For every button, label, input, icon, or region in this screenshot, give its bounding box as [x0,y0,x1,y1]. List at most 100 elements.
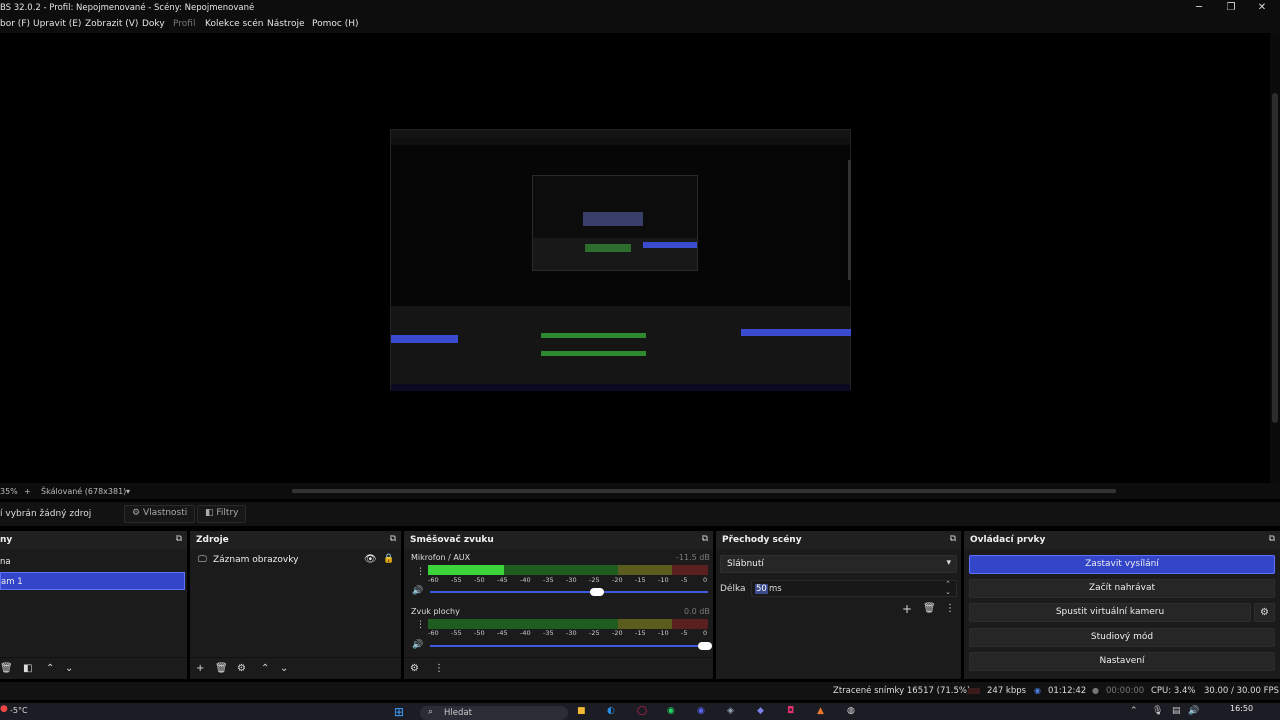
virtual-camera-settings-gear-icon[interactable]: ⚙ [1254,603,1275,622]
visibility-eye-icon[interactable]: 👁 [364,554,377,565]
steam-icon[interactable]: ◈ [727,706,734,716]
nested-stop-button [741,329,851,336]
close-button[interactable]: ✕ [1255,2,1269,14]
virtual-camera-button[interactable]: Spustit virtuální kameru [969,603,1251,622]
clock[interactable]: 16:50 [1230,704,1253,713]
edge-browser-icon[interactable]: ◐ [607,706,615,716]
move-up-icon[interactable]: ⌃ [261,663,269,674]
scale-dropdown-icon[interactable]: ▾ [126,487,130,496]
tick-label: -20 [612,629,623,637]
tick-label: -20 [612,576,623,584]
menu-help[interactable]: Pomoc (H) [312,19,359,29]
channel-db: 0.0 dB [684,607,710,616]
file-explorer-icon[interactable]: ■ [577,706,586,716]
remove-source-icon[interactable]: 🗑 [215,663,228,674]
obs-icon[interactable]: ◍ [847,706,855,716]
microphone-icon[interactable]: 🎙 [1152,706,1163,716]
menu-view[interactable]: Zobrazit (V) [85,19,138,29]
remove-transition-icon[interactable]: 🗑 [923,603,936,614]
preview-canvas[interactable] [390,129,851,391]
menu-docks[interactable]: Doky [142,19,165,29]
zoom-in-icon[interactable]: + [24,487,31,496]
source-properties-icon[interactable]: ⚙ [237,663,246,674]
undock-icon[interactable]: ⧉ [176,534,182,544]
teams-icon[interactable]: ◆ [757,706,764,716]
network-icon[interactable]: ▤ [1172,706,1181,716]
move-down-icon[interactable]: ⌄ [280,663,288,674]
monitor-icon: 🖵 [198,555,207,565]
bitrate: 247 kbps [987,686,1027,696]
move-up-icon[interactable]: ⌃ [46,663,54,674]
add-source-icon[interactable]: + [196,663,204,674]
scene-item-selected[interactable]: am 1 [0,572,185,590]
source-item[interactable]: 🖵 Záznam obrazovky 👁 🔒 [196,554,396,570]
nested-taskbar [391,384,850,391]
menu-profile[interactable]: Profil [173,19,195,29]
meter-red-zone [671,619,708,629]
channel-menu-icon[interactable]: ⋮ [416,567,425,577]
volume-slider[interactable] [430,645,708,647]
studio-mode-button[interactable]: Studiový mód [969,628,1275,647]
filters-button[interactable]: ◧ Filtry [197,505,247,523]
preview-horizontal-scrollbar[interactable] [0,483,1280,499]
menu-tools[interactable]: Nástroje [267,19,305,29]
duration-label: Délka [720,584,746,594]
duration-stepper[interactable]: 50 ms ⌃ ⌄ [751,580,957,597]
volume-handle[interactable] [589,588,604,596]
app-icon[interactable]: ▲ [817,706,824,716]
fps: 30.00 / 30.00 FPS [1204,686,1280,696]
lock-icon[interactable]: 🔒 [383,554,394,564]
discord-icon[interactable]: ◉ [697,706,705,716]
chevron-down-icon[interactable]: ⌄ [945,588,951,596]
tray-chevron-up-icon[interactable]: ⌃ [1130,706,1138,716]
whatsapp-icon[interactable]: ◉ [667,706,675,716]
undock-icon[interactable]: ⧉ [390,534,396,544]
menu-edit[interactable]: Upravit (E) [33,19,81,29]
menu-scene-collection[interactable]: Kolekce scén [205,19,263,29]
mixer-menu-icon[interactable]: ⋮ [434,663,444,674]
undock-icon[interactable]: ⧉ [1269,534,1275,544]
scene-filters-icon[interactable]: ◧ [23,663,32,674]
undock-icon[interactable]: ⧉ [702,534,708,544]
tick-label: -25 [589,576,600,584]
speaker-icon[interactable]: 🔊 [412,586,423,596]
start-recording-button[interactable]: Začít nahrávat [969,579,1275,598]
add-transition-icon[interactable]: + [902,602,912,616]
volume-icon[interactable]: 🔊 [1188,706,1199,716]
meter-ticks: -60 -55 -50 -45 -40 -35 -30 -25 -20 -15 … [428,629,710,637]
scrollbar-thumb[interactable] [292,489,1116,493]
transition-menu-icon[interactable]: ⋮ [945,603,955,614]
scrollbar-thumb[interactable] [1272,93,1278,423]
menu-file[interactable]: bor (F) [0,19,30,29]
channel-menu-icon[interactable]: ⋮ [416,620,425,630]
chevron-up-icon[interactable]: ⌃ [945,580,951,588]
speaker-icon[interactable]: 🔊 [412,640,423,650]
scene-item[interactable]: na [0,553,185,571]
weather-temp[interactable]: -5°C [10,706,28,715]
tick-label: -45 [497,576,508,584]
mixer-footer: ⚙ ⋮ [404,657,713,679]
mixer-header: Směšovač zvuku ⧉ [404,531,713,549]
undock-icon[interactable]: ⧉ [950,534,956,544]
volume-handle[interactable] [698,642,712,650]
maximize-button[interactable]: ❐ [1224,2,1238,14]
opera-icon[interactable]: ◯ [637,706,647,716]
minimize-button[interactable]: ─ [1192,2,1206,14]
transition-select[interactable]: Slábnutí ▾ [720,555,957,573]
properties-button[interactable]: ⚙ Vlastnosti [124,505,196,523]
preview-vertical-scrollbar[interactable] [1270,33,1280,483]
windows-start-icon[interactable]: ⊞ [394,705,404,719]
meter-level [428,565,504,575]
weather-icon[interactable]: ● [0,704,8,714]
volume-slider[interactable] [430,591,708,593]
stream-time: 01:12:42 [1048,686,1087,696]
instagram-icon[interactable]: ◘ [787,706,794,716]
scenes-title: ny [0,535,13,545]
remove-scene-icon[interactable]: 🗑 [0,663,13,674]
search-icon: ⌕ [428,707,434,717]
settings-button[interactable]: Nastavení [969,652,1275,671]
advanced-audio-icon[interactable]: ⚙ [410,663,419,674]
stop-streaming-button[interactable]: Zastavit vysílání [969,555,1275,574]
taskbar-search[interactable]: ⌕ Hledat [420,706,568,720]
move-down-icon[interactable]: ⌄ [65,663,73,674]
